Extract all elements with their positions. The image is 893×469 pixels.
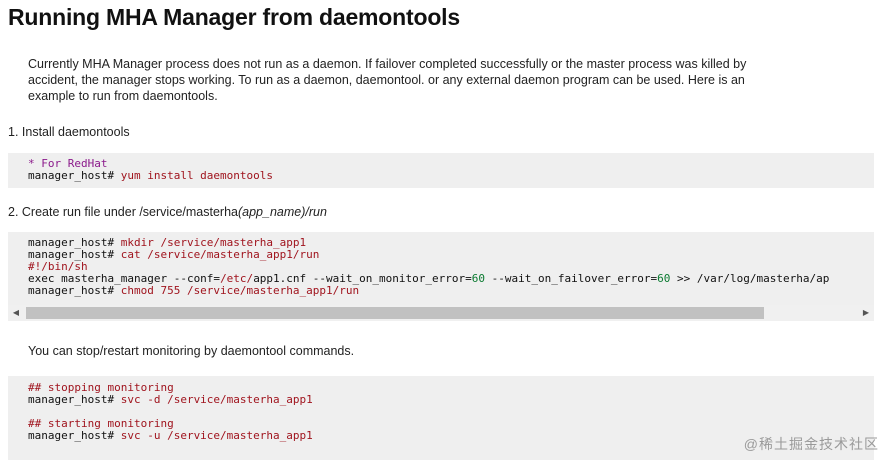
code-block-run-file[interactable]: manager_host# mkdir /service/masterha_ap… [8, 232, 874, 305]
code-exec-f: 60 [657, 272, 671, 285]
code-prompt: manager_host# [28, 169, 115, 182]
code-block-install[interactable]: * For RedHat manager_host# yum install d… [8, 153, 874, 188]
monitoring-paragraph: You can stop/restart monitoring by daemo… [28, 344, 355, 358]
code-prompt: manager_host# [28, 393, 115, 406]
code-exec-h: log/masterha/ap [730, 272, 830, 285]
intro-paragraph: Currently MHA Manager process does not r… [28, 57, 747, 103]
page-title: Running MHA Manager from daemontools [8, 4, 460, 30]
code-command: svc -u /service/masterha_app1 [114, 429, 313, 442]
scrollbar-thumb[interactable] [26, 307, 764, 319]
horizontal-scrollbar[interactable]: ◀ ▶ [8, 305, 874, 321]
step-1-heading: 1. Install daemontools [8, 125, 130, 139]
step-2-heading: 2. Create run file under /service/master… [8, 205, 327, 219]
code-exec-g: >> /var/ [670, 272, 731, 285]
watermark: @稀土掘金技术社区 [743, 436, 879, 452]
scroll-right-icon[interactable]: ▶ [858, 305, 874, 321]
code-exec-e: --wait_on_failover_error= [484, 272, 658, 285]
code-command: svc -d /service/masterha_app1 [114, 393, 313, 406]
code-command: chmod 755 /service/masterha_app1/run [114, 284, 360, 297]
step-2-suffix: /run [305, 205, 327, 219]
step-2-italic: (app_name) [237, 205, 306, 219]
code-command: cat /service/masterha_app1/run [114, 248, 320, 261]
code-exec-d: 60 [471, 272, 485, 285]
code-prompt: manager_host# [28, 284, 115, 297]
step-2-prefix: 2. Create run file under /service/master… [8, 205, 238, 219]
scroll-left-icon[interactable]: ◀ [8, 305, 24, 321]
code-prompt: manager_host# [28, 429, 115, 442]
code-command: yum install daemontools [114, 169, 274, 182]
